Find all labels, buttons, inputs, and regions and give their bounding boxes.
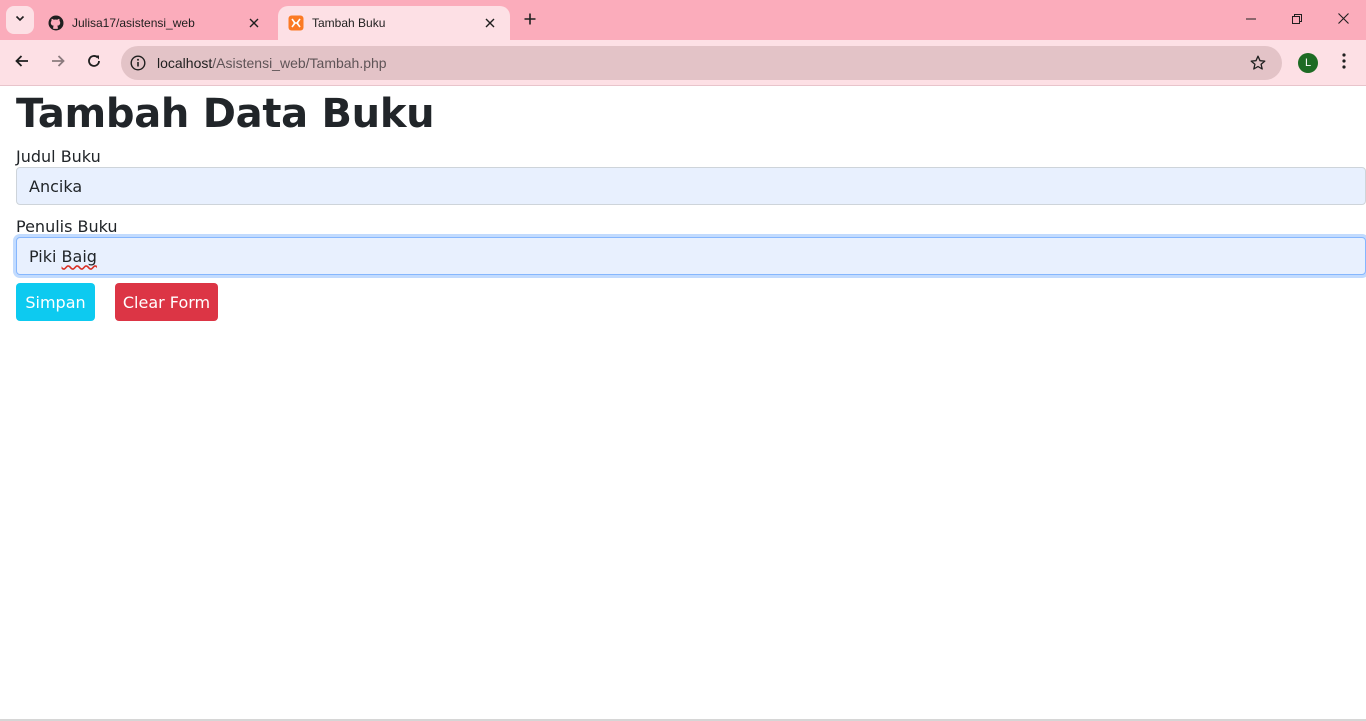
penulis-buku-value-misspelled: Baig (61, 246, 97, 266)
judul-buku-label: Judul Buku (16, 147, 101, 166)
new-tab-button[interactable] (518, 9, 542, 33)
arrow-right-icon (50, 53, 66, 74)
page-title: Tambah Data Buku (16, 91, 435, 137)
forward-button[interactable] (44, 49, 72, 77)
penulis-buku-label: Penulis Buku (16, 217, 118, 236)
plus-icon (524, 12, 536, 30)
close-icon[interactable] (244, 13, 264, 33)
clear-form-button[interactable]: Clear Form (115, 283, 218, 321)
penulis-buku-value-prefix: Piki (29, 246, 62, 266)
arrow-left-icon (14, 53, 30, 74)
page-content: Tambah Data Buku Judul Buku Ancika Penul… (0, 87, 1366, 720)
bookmark-star-icon[interactable] (1244, 49, 1272, 77)
close-icon[interactable] (480, 13, 500, 33)
address-bar[interactable]: localhost/Asistensi_web/Tambah.php (121, 46, 1282, 80)
tab-github[interactable]: Julisa17/asistensi_web (38, 6, 274, 40)
judul-buku-value: Ancika (29, 176, 83, 196)
tab-title: Tambah Buku (312, 16, 386, 30)
tab-search-button[interactable] (6, 6, 34, 34)
judul-buku-input[interactable]: Ancika (16, 167, 1366, 205)
profile-avatar[interactable]: L (1298, 53, 1318, 73)
close-icon (1337, 11, 1349, 29)
site-info-icon[interactable] (127, 52, 149, 74)
minimize-button[interactable] (1228, 0, 1274, 40)
tab-strip: Julisa17/asistensi_web Tambah Buku (0, 0, 1366, 40)
back-button[interactable] (8, 49, 36, 77)
minimize-icon (1246, 11, 1256, 29)
url-text[interactable]: localhost/Asistensi_web/Tambah.php (157, 55, 1244, 71)
browser-menu-button[interactable] (1330, 49, 1358, 77)
restore-icon (1292, 11, 1302, 29)
browser-toolbar: localhost/Asistensi_web/Tambah.php L (0, 40, 1366, 86)
url-path: /Asistensi_web/Tambah.php (212, 55, 387, 71)
url-host: localhost (157, 55, 213, 71)
reload-button[interactable] (80, 49, 108, 77)
xampp-icon (288, 15, 304, 31)
tab-tambah-buku[interactable]: Tambah Buku (278, 6, 510, 40)
more-vertical-icon (1342, 52, 1346, 74)
tab-title: Julisa17/asistensi_web (72, 16, 195, 30)
restore-button[interactable] (1274, 0, 1320, 40)
close-window-button[interactable] (1320, 0, 1366, 40)
github-icon (48, 15, 64, 31)
chevron-down-icon (14, 11, 26, 29)
reload-icon (86, 53, 102, 74)
penulis-buku-input[interactable]: Piki Baig (16, 237, 1366, 275)
simpan-button[interactable]: Simpan (16, 283, 95, 321)
